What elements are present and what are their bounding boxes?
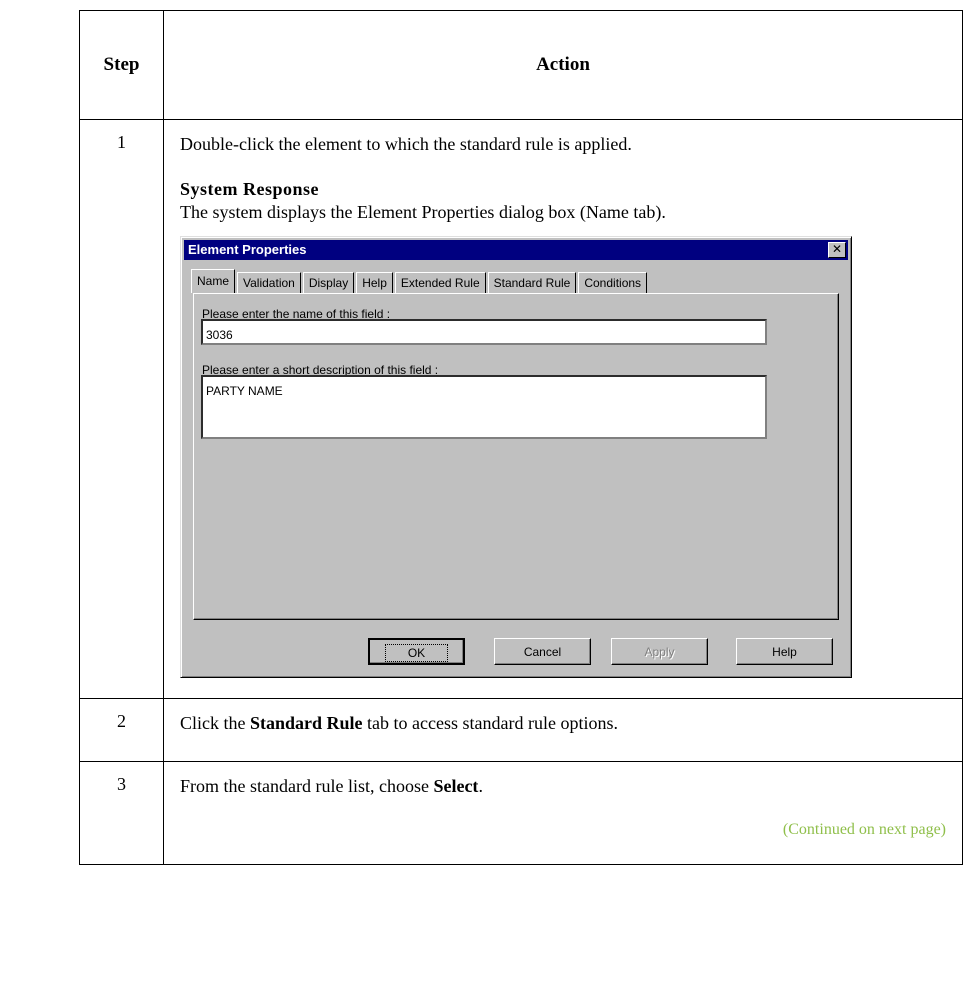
tab-extended-rule[interactable]: Extended Rule bbox=[394, 272, 486, 293]
element-properties-dialog: Element Properties ✕ Name Validation Dis… bbox=[180, 236, 852, 678]
apply-button: Apply bbox=[611, 638, 708, 665]
description-field[interactable]: PARTY NAME bbox=[201, 375, 767, 439]
action-bold-term: Select bbox=[433, 776, 479, 796]
action-text: tab to access standard rule options. bbox=[362, 713, 618, 733]
ok-button-label: OK bbox=[384, 644, 449, 662]
tab-standard-rule[interactable]: Standard Rule bbox=[487, 272, 577, 293]
action-cell: From the standard rule list, choose Sele… bbox=[163, 761, 963, 865]
system-response-text: The system displays the Element Properti… bbox=[180, 202, 666, 222]
table-row: 2 Click the Standard Rule tab to access … bbox=[79, 698, 963, 762]
name-tab-panel: Please enter the name of this field : 30… bbox=[193, 293, 839, 620]
action-text: . bbox=[478, 776, 483, 796]
ok-button[interactable]: OK bbox=[368, 638, 465, 665]
action-cell: Double-click the element to which the st… bbox=[163, 119, 963, 699]
header-action: Action bbox=[163, 10, 963, 120]
dialog-title: Element Properties bbox=[188, 242, 307, 257]
action-text: From the standard rule list, choose bbox=[180, 776, 434, 796]
tab-name[interactable]: Name bbox=[191, 269, 236, 293]
close-icon[interactable]: ✕ bbox=[828, 242, 846, 258]
step-number: 3 bbox=[79, 761, 164, 865]
tab-strip: Name Validation Display Help Extended Ru… bbox=[191, 269, 649, 293]
tab-conditions[interactable]: Conditions bbox=[578, 272, 648, 293]
tab-display[interactable]: Display bbox=[302, 272, 355, 293]
system-response-heading: System Response bbox=[180, 179, 320, 199]
action-cell: Click the Standard Rule tab to access st… bbox=[163, 698, 963, 762]
procedure-table: Step Action 1 Double-click the element t… bbox=[79, 10, 963, 865]
step-number: 2 bbox=[79, 698, 164, 762]
dialog-titlebar[interactable]: Element Properties ✕ bbox=[184, 240, 848, 260]
table-row: 1 Double-click the element to which the … bbox=[79, 119, 963, 699]
cancel-button[interactable]: Cancel bbox=[494, 638, 591, 665]
action-bold-term: Standard Rule bbox=[250, 713, 363, 733]
header-step: Step bbox=[79, 10, 164, 120]
step-number: 1 bbox=[79, 119, 164, 699]
table-header-row: Step Action bbox=[79, 10, 963, 120]
instruction-text: Double-click the element to which the st… bbox=[180, 134, 632, 154]
continued-note: (Continued on next page) bbox=[782, 821, 946, 838]
table-row: 3 From the standard rule list, choose Se… bbox=[79, 761, 963, 865]
tab-validation[interactable]: Validation bbox=[237, 272, 301, 293]
action-text: Click the bbox=[180, 713, 250, 733]
name-field[interactable]: 3036 bbox=[201, 319, 767, 345]
help-button[interactable]: Help bbox=[736, 638, 833, 665]
tab-help[interactable]: Help bbox=[356, 272, 393, 293]
